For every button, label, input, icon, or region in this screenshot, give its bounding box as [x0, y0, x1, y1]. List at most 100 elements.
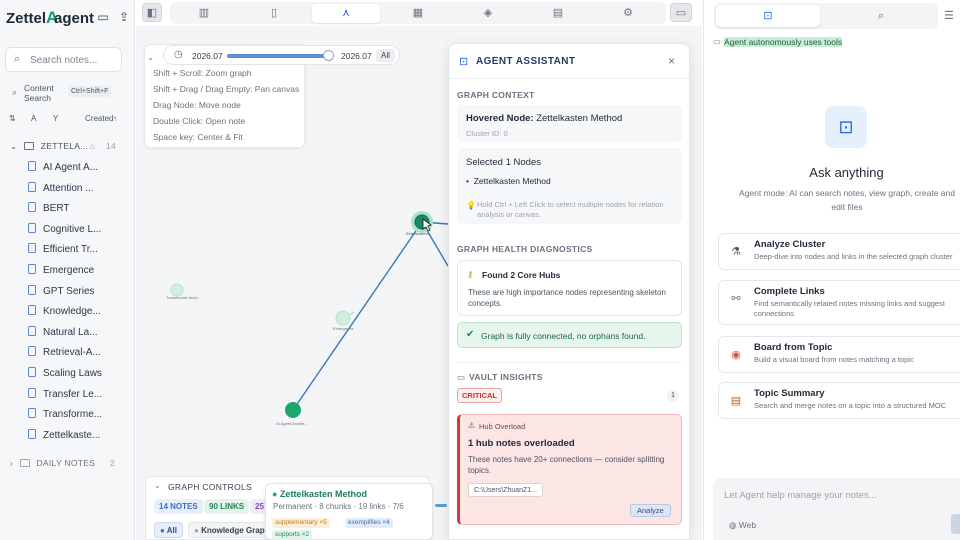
timeline-filter: ◷ 2026.07 2026.07 All: [163, 45, 400, 65]
sidebar-note-item[interactable]: Emergence: [28, 264, 132, 282]
action-board-from-topic[interactable]: ◉ Board from Topic Build a visual board …: [718, 336, 960, 373]
timeline-handle[interactable]: [323, 50, 334, 61]
chat-input[interactable]: Let Agent help manage your notes...: [724, 490, 877, 501]
document-icon: [28, 305, 36, 316]
folder-count: 14: [106, 141, 117, 151]
help-line: Shift + Scroll: Zoom graph: [153, 68, 252, 78]
tooltip-meta: Permanent · 8 chunks · 19 links · 7/6: [273, 502, 404, 511]
tab-graph-icon[interactable]: ⋏: [312, 4, 380, 23]
help-line: Double Click: Open note: [153, 116, 246, 126]
tab-calendar-icon[interactable]: ▤: [536, 4, 580, 23]
filter-all-button[interactable]: ● All: [154, 522, 183, 538]
relation-tag: supports ×2: [272, 530, 313, 540]
document-icon: [28, 284, 36, 295]
ask-subtitle: Agent mode: AI can search notes, view gr…: [739, 188, 955, 212]
ask-title: Ask anything: [809, 165, 884, 180]
sort-direction-icon[interactable]: ↑: [113, 114, 117, 123]
logo-a-glyph: A: [46, 8, 59, 27]
vault-icon: ▭: [457, 372, 466, 382]
link-icon: ⚯: [731, 293, 741, 305]
tab-table-icon[interactable]: ▦: [396, 4, 440, 23]
shortcut-badge: Ctrl+Shift+F: [68, 86, 112, 97]
graph-node-ai-agent[interactable]: [285, 402, 301, 418]
web-toggle[interactable]: ◍ Web: [729, 520, 756, 531]
sort-alpha-icon[interactable]: A: [31, 114, 36, 123]
document-icon: [28, 243, 36, 254]
sidebar-note-item[interactable]: Scaling Laws: [28, 367, 132, 385]
selected-nodes-card: Selected 1 Nodes • Zettelkasten Method 💡…: [457, 148, 682, 224]
tab-document-icon[interactable]: ▯: [252, 4, 296, 23]
sidebar-toggle-icon[interactable]: ◧: [142, 3, 162, 22]
clock-icon: ◷: [174, 49, 183, 60]
help-collapse-icon[interactable]: ⌄: [147, 52, 154, 63]
document-icon: [28, 387, 36, 398]
graph-node-label: Emergence: [333, 326, 354, 331]
scroll-indicator: [435, 504, 447, 507]
chevron-right-icon: ›: [10, 458, 14, 468]
action-analyze-cluster[interactable]: ⚗ Analyze Cluster Deep-dive into nodes a…: [718, 233, 960, 270]
graph-node-emergence[interactable]: [335, 310, 351, 326]
check-circle-icon: ✔: [466, 329, 475, 340]
content-search-icon: ⌕: [12, 87, 18, 97]
graph-node-label: Zettelkasten...: [406, 231, 431, 236]
action-topic-summary[interactable]: ▤ Topic Summary Search and merge notes o…: [718, 382, 960, 419]
content-search-button[interactable]: Content Search: [24, 83, 54, 103]
folder-icon: [24, 142, 35, 150]
robot-icon: ⊡: [459, 56, 469, 68]
search-input[interactable]: ⌕ Search notes...: [5, 47, 122, 72]
folder-daily-notes[interactable]: › DAILY NOTES 2: [10, 458, 130, 468]
sidebar-note-item[interactable]: Transfer Le...: [28, 387, 132, 406]
sidebar-note-item[interactable]: Zettelkaste...: [28, 428, 132, 447]
sidebar-note-item[interactable]: Efficient Tr...: [28, 243, 132, 261]
tab-chart-icon[interactable]: ▥: [182, 4, 226, 23]
tab-layers-icon[interactable]: ◈: [466, 4, 510, 23]
sidebar-note-item[interactable]: Natural La...: [28, 325, 132, 344]
document-icon: [28, 222, 36, 233]
analyze-button[interactable]: Analyze: [630, 504, 671, 517]
timeline-all-button[interactable]: All: [376, 49, 395, 62]
filter-icon[interactable]: Y: [53, 114, 58, 123]
sidebar-note-item[interactable]: Cognitive L...: [28, 222, 132, 241]
calendar-icon: [19, 459, 30, 467]
folder-icon[interactable]: ▭: [96, 10, 110, 24]
sort-created-label[interactable]: Created: [85, 114, 113, 123]
action-complete-links[interactable]: ⚯ Complete Links Find semantically relat…: [718, 280, 960, 325]
selected-node-item[interactable]: • Zettelkasten Method: [466, 176, 551, 186]
send-button[interactable]: [951, 514, 960, 534]
close-icon[interactable]: ×: [668, 54, 675, 68]
divider: [449, 78, 691, 79]
view-tabs: ▥ ▯ ⋏ ▦ ◈ ▤ ⚙: [170, 2, 666, 24]
menu-icon[interactable]: ☰: [944, 9, 954, 22]
relation-tag: supplementary ×5: [272, 518, 330, 528]
section-health: GRAPH HEALTH DIAGNOSTICS: [457, 244, 593, 254]
filter-knowledge-button[interactable]: ● Knowledge Grap: [188, 522, 271, 538]
document-icon: [28, 346, 36, 357]
chevron-down-icon[interactable]: ⌄: [154, 481, 161, 490]
timeline-slider[interactable]: [227, 50, 334, 61]
tab-search-icon[interactable]: ⌕: [826, 5, 936, 27]
relation-tag: exemplifies ×4: [345, 518, 393, 528]
sidebar-note-item[interactable]: Retrieval-A...: [28, 346, 132, 364]
sort-order-icon[interactable]: ⇅: [9, 114, 16, 123]
sidebar-note-item[interactable]: Knowledge...: [28, 305, 132, 323]
sidebar-note-item[interactable]: AI Agent A...: [28, 161, 132, 179]
graph-edge: [292, 221, 423, 411]
sidebar-note-item[interactable]: Attention ...: [28, 181, 132, 200]
agent-chat-panel: ⊡ ⌕ ☰ ▭ Agent autonomously uses tools ⊡ …: [703, 0, 960, 540]
tab-agent-icon[interactable]: ⊡: [716, 5, 820, 27]
tab-settings-icon[interactable]: ⚙: [606, 4, 650, 23]
section-vault-insights: VAULT INSIGHTS: [469, 372, 543, 382]
message-icon: ▭: [713, 37, 721, 46]
document-icon: [28, 161, 36, 171]
chat-toggle-icon[interactable]: ▭: [670, 3, 692, 22]
graph-node-label: AI Agent Archite...: [276, 421, 308, 426]
document-icon: [28, 202, 36, 213]
sidebar-note-item[interactable]: BERT: [28, 202, 132, 220]
robot-icon: ⊡: [825, 106, 867, 148]
note-path-chip[interactable]: C:\Users\ZhuanZ1...: [468, 483, 544, 497]
sidebar-note-item[interactable]: Transforme...: [28, 408, 132, 426]
chat-mode-tabs: ⊡ ⌕: [714, 3, 938, 29]
export-icon[interactable]: ⇪: [117, 10, 131, 24]
folder-zettelkasten[interactable]: ⌄ ZETTELA... ⌂ 14: [10, 141, 130, 152]
sidebar-note-item[interactable]: GPT Series: [28, 284, 132, 303]
